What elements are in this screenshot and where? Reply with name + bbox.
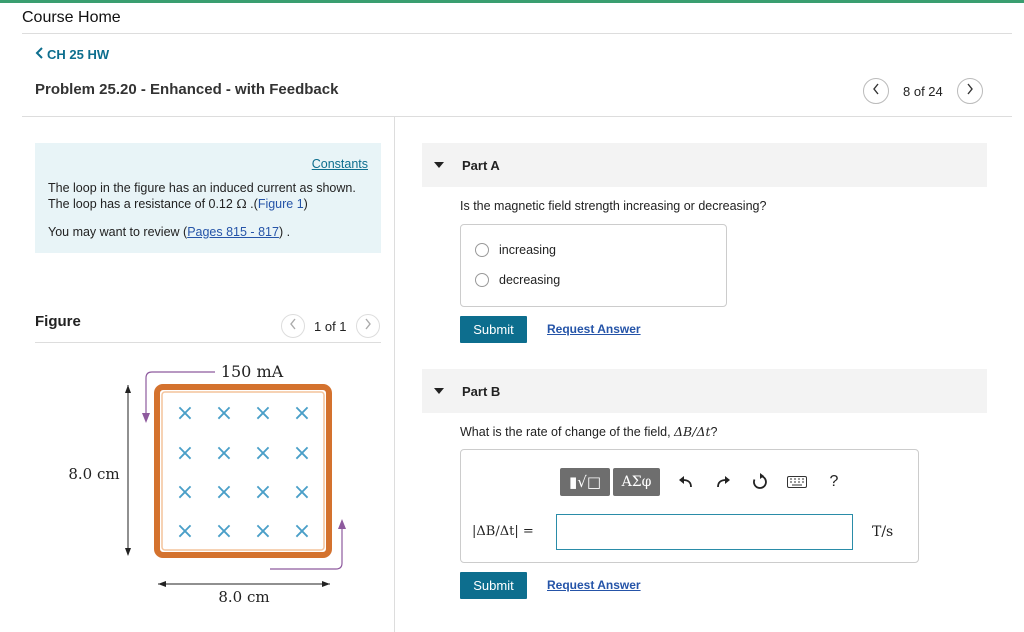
width-label: 8.0 cm bbox=[218, 588, 269, 606]
review-text: You may want to review (Pages 815 - 817)… bbox=[48, 225, 291, 239]
field-marker: × bbox=[215, 441, 233, 466]
caret-down-icon bbox=[434, 388, 444, 394]
problem-intro-box: Constants The loop in the figure has an … bbox=[35, 143, 381, 253]
reset-icon bbox=[751, 473, 769, 491]
field-marker: × bbox=[176, 519, 194, 544]
top-accent-bar bbox=[0, 0, 1024, 3]
field-marker: × bbox=[176, 401, 194, 426]
figure-link[interactable]: Figure 1 bbox=[258, 197, 304, 211]
field-marker: × bbox=[215, 480, 233, 505]
chevron-left-icon bbox=[35, 47, 45, 62]
page-title: Problem 25.20 - Enhanced - with Feedback bbox=[35, 81, 339, 98]
course-home-link[interactable]: Course Home bbox=[22, 9, 121, 27]
header-divider bbox=[22, 33, 1012, 34]
field-marker: × bbox=[293, 519, 311, 544]
intro-text-line1: The loop in the figure has an induced cu… bbox=[48, 181, 356, 195]
prev-figure-button[interactable] bbox=[281, 314, 305, 338]
title-divider bbox=[22, 116, 1012, 117]
width-arrowhead-left bbox=[158, 581, 166, 587]
chevron-right-icon bbox=[966, 82, 974, 100]
field-marker: × bbox=[293, 401, 311, 426]
part-a-header[interactable]: Part A bbox=[422, 143, 987, 187]
option-label: decreasing bbox=[499, 273, 561, 287]
current-label: 150 mA bbox=[221, 362, 284, 381]
field-marker: × bbox=[254, 519, 272, 544]
field-marker: × bbox=[293, 480, 311, 505]
field-marker: × bbox=[254, 441, 272, 466]
undo-icon bbox=[677, 475, 693, 489]
height-label: 8.0 cm bbox=[68, 465, 119, 483]
problem-pager: 8 of 24 bbox=[863, 78, 983, 104]
templates-button[interactable]: ▮√□ bbox=[560, 468, 610, 496]
chevron-left-icon bbox=[872, 82, 880, 100]
constants-link[interactable]: Constants bbox=[312, 156, 368, 172]
intro-text-line2: The loop has a resistance of 0.12 Ω .(Fi… bbox=[48, 196, 308, 211]
caret-down-icon bbox=[434, 162, 444, 168]
field-marker: × bbox=[293, 441, 311, 466]
chevron-left-icon bbox=[289, 317, 297, 335]
undo-button[interactable] bbox=[675, 468, 695, 496]
height-arrowhead-top bbox=[125, 385, 131, 393]
breadcrumb-label: CH 25 HW bbox=[47, 47, 110, 62]
redo-icon bbox=[716, 475, 732, 489]
part-a-question: Is the magnetic field strength increasin… bbox=[460, 199, 767, 213]
option-decreasing[interactable]: decreasing bbox=[475, 273, 560, 287]
figure-divider bbox=[35, 342, 381, 343]
problem-pager-text: 8 of 24 bbox=[903, 83, 943, 99]
figure-pager: 1 of 1 bbox=[281, 314, 380, 338]
ohm-symbol: Ω bbox=[236, 196, 247, 211]
pages-link[interactable]: Pages 815 - 817 bbox=[187, 225, 279, 239]
radio-button[interactable] bbox=[475, 273, 489, 287]
part-b-answer-box: ▮√□ ΑΣφ ? |ΔB/Δt| = T/s bbox=[460, 449, 919, 563]
current-arrowhead-in bbox=[142, 413, 150, 423]
part-b-header[interactable]: Part B bbox=[422, 369, 987, 413]
part-a-request-answer-link[interactable]: Request Answer bbox=[547, 322, 641, 336]
column-divider bbox=[394, 117, 395, 632]
prev-problem-button[interactable] bbox=[863, 78, 889, 104]
field-marker: × bbox=[215, 401, 233, 426]
part-b-title: Part B bbox=[462, 383, 501, 399]
reset-button[interactable] bbox=[750, 468, 770, 496]
keyboard-icon bbox=[787, 476, 807, 488]
redo-button[interactable] bbox=[714, 468, 734, 496]
magnetic-field-grid: × × × × × × × × × × × × × × × × bbox=[176, 401, 311, 544]
next-figure-button[interactable] bbox=[355, 314, 380, 338]
field-marker: × bbox=[254, 401, 272, 426]
option-label: increasing bbox=[499, 243, 556, 257]
field-marker: × bbox=[176, 480, 194, 505]
breadcrumb[interactable]: CH 25 HW bbox=[35, 47, 109, 62]
figure-pager-text: 1 of 1 bbox=[314, 318, 347, 334]
field-marker: × bbox=[215, 519, 233, 544]
rate-expression: ΔB/Δt bbox=[674, 424, 711, 439]
current-arrowhead-out bbox=[338, 519, 346, 529]
option-increasing[interactable]: increasing bbox=[475, 243, 556, 257]
figure-heading: Figure bbox=[35, 313, 81, 330]
keyboard-button[interactable] bbox=[786, 468, 808, 496]
loop-figure: 150 mA 8.0 cm × × × × × × × × × × × × × × × × 8.0 cm bbox=[68, 362, 346, 606]
part-a-submit-button[interactable]: Submit bbox=[460, 316, 527, 343]
help-button[interactable]: ? bbox=[826, 468, 842, 496]
next-problem-button[interactable] bbox=[956, 78, 983, 104]
width-arrowhead-right bbox=[322, 581, 330, 587]
field-marker: × bbox=[254, 480, 272, 505]
field-marker: × bbox=[176, 441, 194, 466]
part-b-question: What is the rate of change of the field,… bbox=[460, 424, 718, 439]
part-a-options: increasing decreasing bbox=[460, 224, 727, 307]
answer-label: |ΔB/Δt| = bbox=[472, 524, 534, 539]
greek-symbols-button[interactable]: ΑΣφ bbox=[613, 468, 660, 496]
height-arrowhead-bottom bbox=[125, 548, 131, 556]
part-a-title: Part A bbox=[462, 157, 500, 173]
part-b-request-answer-link[interactable]: Request Answer bbox=[547, 578, 641, 592]
radio-button[interactable] bbox=[475, 243, 489, 257]
chevron-right-icon bbox=[364, 317, 372, 335]
part-b-submit-button[interactable]: Submit bbox=[460, 572, 527, 599]
unit-label: T/s bbox=[872, 524, 894, 540]
answer-input[interactable] bbox=[556, 514, 853, 550]
